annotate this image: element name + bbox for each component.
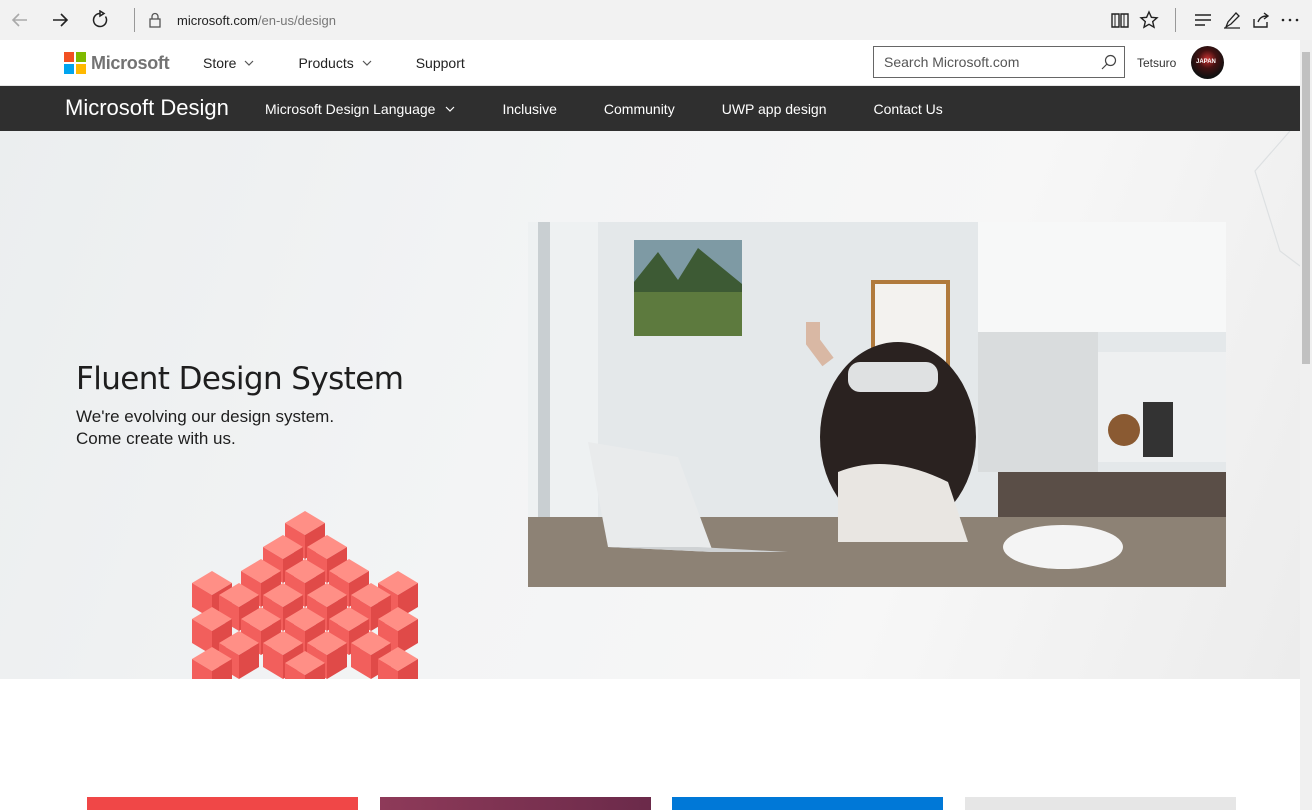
nav-design-language[interactable]: Microsoft Design Language <box>265 101 455 117</box>
search-button[interactable] <box>1094 54 1124 70</box>
lock-icon[interactable] <box>143 8 167 32</box>
avatar-text: JAPAN <box>1196 59 1216 65</box>
nav-uwp-app-design[interactable]: UWP app design <box>722 101 827 117</box>
share-icon <box>1252 12 1269 28</box>
hero-subtitle-line2: Come create with us. <box>76 429 236 448</box>
nav-support[interactable]: Support <box>416 55 465 71</box>
user-name[interactable]: Tetsuro <box>1137 56 1176 70</box>
main-nav: Store Products Support <box>203 40 509 86</box>
reading-view-button[interactable] <box>1105 0 1134 40</box>
forward-arrow-icon <box>53 13 69 27</box>
nav-products[interactable]: Products <box>298 55 372 71</box>
feature-card-2[interactable] <box>380 797 651 810</box>
browser-toolbar: microsoft.com/en-us/design <box>0 0 1312 40</box>
search-box <box>873 46 1125 78</box>
hero-image <box>528 222 1226 587</box>
nav-community[interactable]: Community <box>604 101 675 117</box>
feature-card-4[interactable] <box>965 797 1236 810</box>
feature-card-1[interactable] <box>87 797 358 810</box>
refresh-icon <box>92 10 108 28</box>
hero-banner: Fluent Design System We're evolving our … <box>0 131 1300 679</box>
url-domain: microsoft.com <box>177 12 258 28</box>
site-header: Microsoft Store Products Support Tetsuro… <box>0 40 1300 86</box>
favorite-button[interactable] <box>1134 0 1163 40</box>
nav-uwp-label: UWP app design <box>721 100 827 117</box>
book-icon <box>1110 13 1129 28</box>
nav-support-label: Support <box>415 55 465 71</box>
address-separator <box>134 8 135 32</box>
page-scrollbar[interactable] <box>1300 40 1312 810</box>
url-path: /en-us/design <box>257 12 336 28</box>
design-nav-bar: Microsoft Design Microsoft Design Langua… <box>0 86 1300 131</box>
more-button[interactable] <box>1275 0 1304 40</box>
hub-button[interactable] <box>1188 0 1217 40</box>
windows-logo-icon <box>64 52 86 74</box>
back-arrow-icon <box>11 13 27 27</box>
nav-community-label: Community <box>603 100 675 117</box>
fluent-cubes-graphic <box>192 511 418 679</box>
back-button[interactable] <box>0 0 40 40</box>
hero-title: Fluent Design System <box>76 361 404 397</box>
microsoft-logo[interactable]: Microsoft <box>64 52 170 74</box>
nav-design-language-label: Microsoft Design Language <box>265 100 436 117</box>
hub-lines-icon <box>1194 14 1211 26</box>
web-note-button[interactable] <box>1217 0 1246 40</box>
address-bar[interactable]: microsoft.com/en-us/design <box>177 13 336 28</box>
forward-button[interactable] <box>40 0 80 40</box>
chevron-down-icon <box>362 60 372 66</box>
hero-subtitle: We're evolving our design system. Come c… <box>76 406 396 450</box>
more-dots-icon <box>1281 18 1298 22</box>
kitchen-scene-illustration <box>528 222 1226 587</box>
hero-subtitle-line1: We're evolving our design system. <box>76 407 335 426</box>
nav-contact-label: Contact Us <box>873 100 943 117</box>
chevron-down-icon <box>245 60 254 66</box>
star-icon <box>1138 10 1159 29</box>
share-button[interactable] <box>1246 0 1275 40</box>
nav-products-label: Products <box>298 55 354 71</box>
pen-icon <box>1223 12 1240 29</box>
design-site-title[interactable]: Microsoft Design <box>65 95 229 121</box>
nav-inclusive-label: Inclusive <box>502 100 557 117</box>
nav-store[interactable]: Store <box>203 55 254 71</box>
chevron-down-icon <box>446 106 455 112</box>
feature-card-3[interactable] <box>672 797 943 810</box>
scrollbar-thumb[interactable] <box>1302 52 1310 364</box>
refresh-button[interactable] <box>80 0 120 40</box>
search-input[interactable] <box>874 47 1094 77</box>
search-icon <box>1101 54 1117 70</box>
nav-inclusive[interactable]: Inclusive <box>502 101 556 117</box>
toolbar-separator <box>1175 8 1176 32</box>
nav-store-label: Store <box>203 55 237 71</box>
nav-contact-us[interactable]: Contact Us <box>874 101 943 117</box>
logo-text: Microsoft <box>91 52 170 73</box>
avatar[interactable]: JAPAN <box>1191 46 1224 79</box>
